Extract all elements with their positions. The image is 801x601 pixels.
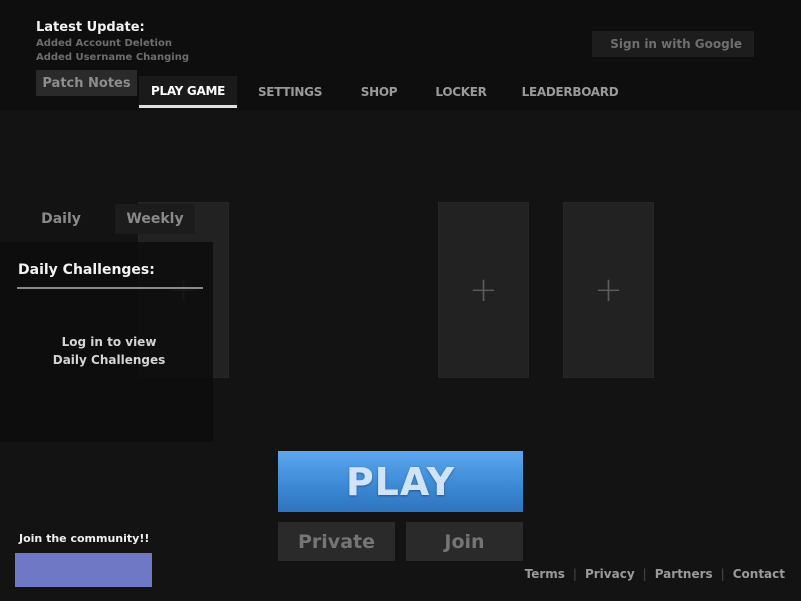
community-label: Join the community!! <box>19 532 150 545</box>
update-note: Added Username Changing <box>36 52 190 63</box>
loadout-slot[interactable]: + <box>438 202 529 378</box>
challenges-message: Log in to view Daily Challenges <box>0 333 218 369</box>
terms-link[interactable]: Terms <box>525 567 565 581</box>
patch-notes-button[interactable]: Patch Notes <box>36 70 137 96</box>
discord-button[interactable] <box>15 553 152 587</box>
contact-link[interactable]: Contact <box>733 567 785 581</box>
loadout-slot[interactable]: + <box>563 202 654 378</box>
challenges-tab-weekly[interactable]: Weekly <box>115 204 195 234</box>
partners-link[interactable]: Partners <box>655 567 713 581</box>
google-signin-button[interactable]: Sign in with Google <box>592 31 754 57</box>
footer-separator: | <box>572 567 577 581</box>
join-button[interactable]: Join <box>406 522 523 561</box>
footer-separator: | <box>642 567 647 581</box>
footer-links: Terms | Privacy | Partners | Contact <box>525 567 785 581</box>
footer-separator: | <box>720 567 725 581</box>
update-note: Added Account Deletion <box>36 38 172 49</box>
tab-leaderboard[interactable]: LEADERBOARD <box>515 76 625 108</box>
private-button[interactable]: Private <box>278 522 395 561</box>
divider <box>17 287 203 289</box>
challenges-message-line: Daily Challenges <box>52 353 166 367</box>
tab-locker[interactable]: LOCKER <box>428 76 494 108</box>
plus-icon: + <box>469 270 498 310</box>
challenges-title: Daily Challenges: <box>18 262 155 278</box>
plus-icon: + <box>594 270 623 310</box>
privacy-link[interactable]: Privacy <box>585 567 635 581</box>
tab-play-game[interactable]: PLAY GAME <box>139 76 237 108</box>
challenges-tab-daily[interactable]: Daily <box>30 204 92 234</box>
tab-shop[interactable]: SHOP <box>352 76 406 108</box>
play-button[interactable]: PLAY <box>278 451 523 512</box>
tab-settings[interactable]: SETTINGS <box>250 76 330 108</box>
update-title: Latest Update: <box>36 20 145 35</box>
challenges-message-line: Log in to view <box>61 335 157 349</box>
